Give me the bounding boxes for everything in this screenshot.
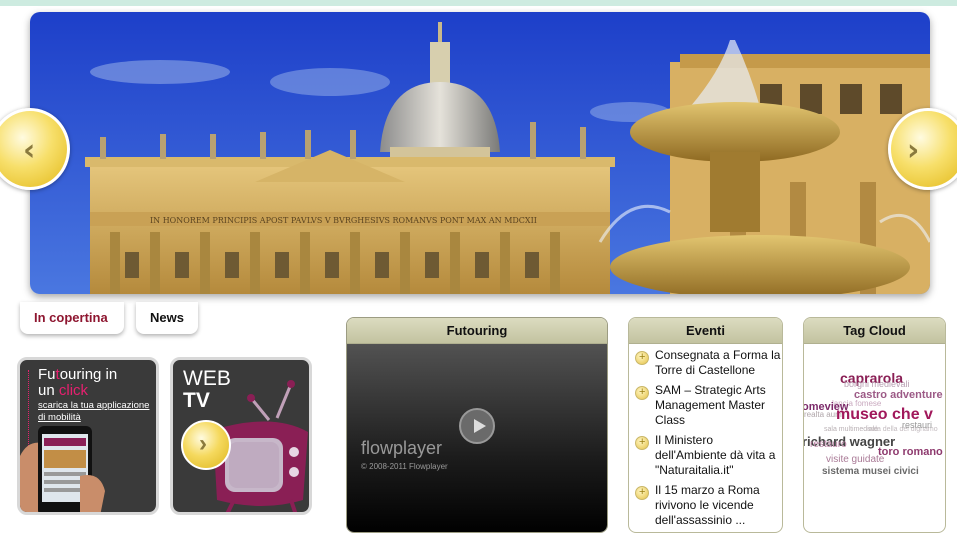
play-icon[interactable] — [459, 408, 495, 444]
app-promo-banner[interactable]: Futouring in un click scarica la tua app… — [17, 357, 159, 515]
tag-link[interactable]: visite guidate — [826, 454, 884, 465]
tag-link[interactable]: restauri — [902, 420, 932, 430]
events-panel-title: Eventi — [629, 318, 782, 344]
tab-news[interactable]: News — [136, 302, 198, 334]
list-item[interactable]: Il 15 marzo a Roma rivivono le vicende d… — [631, 483, 782, 528]
flowplayer-logo: flowplayer — [361, 438, 443, 458]
tab-in-copertina[interactable]: In copertina — [20, 302, 124, 334]
bullet-icon — [635, 435, 649, 450]
chevron-right-icon: › — [199, 430, 207, 457]
web-tv-promo-banner[interactable]: WEB TV › — [170, 357, 312, 515]
flowplayer-copyright: © 2008-2011 Flowplayer — [361, 462, 448, 471]
tag-cloud: caprarola borghi medievali castro advent… — [804, 344, 945, 532]
video-player[interactable]: flowplayer © 2008-2011 Flowplayer — [347, 344, 607, 532]
promo-app-title-line2: un click — [38, 382, 89, 399]
bullet-icon — [635, 485, 649, 500]
chevron-left-icon: ‹ — [23, 133, 36, 168]
web-tv-play-button[interactable]: › — [181, 420, 231, 470]
facade-inscription: IN HONOREM PRINCIPIS APOST PAVLVS V BVRG… — [150, 216, 537, 225]
tag-link[interactable]: borghi medievali — [844, 379, 910, 389]
list-item[interactable]: Consegnata a Forma la Torre di Castellon… — [631, 348, 782, 378]
hero-image: IN HONOREM PRINCIPIS APOST PAVLVS V BVRG… — [30, 12, 930, 294]
hero-slider[interactable]: IN HONOREM PRINCIPIS APOST PAVLVS V BVRG… — [30, 12, 930, 294]
tag-link[interactable]: toro romano — [878, 446, 943, 458]
tag-link[interactable]: restauro — [810, 439, 847, 450]
video-panel-title: Futouring — [347, 318, 607, 344]
list-item[interactable]: Il Ministero dell'Ambiente dà vita a "Na… — [631, 433, 782, 478]
tag-cloud-title: Tag Cloud — [804, 318, 945, 344]
events-panel: Eventi Consegnata a Forma la Torre di Ca… — [628, 317, 783, 533]
bullet-icon — [635, 350, 649, 365]
tag-link[interactable]: sistema musei civici — [822, 466, 919, 477]
promo-app-title-line1: Futouring in — [38, 366, 118, 383]
bullet-icon — [635, 385, 649, 400]
list-item[interactable]: SAM – Strategic Arts Management Master C… — [631, 383, 782, 428]
phone-in-hand-image — [20, 426, 105, 512]
page: IN HONOREM PRINCIPIS APOST PAVLVS V BVRG… — [0, 0, 957, 534]
events-list: Consegnata a Forma la Torre di Castellon… — [629, 344, 782, 528]
video-panel: Futouring flowplayer © 2008-2011 Flowpla… — [346, 317, 608, 533]
chevron-right-icon: › — [907, 133, 920, 168]
tag-cloud-panel: Tag Cloud caprarola borghi medievali cas… — [803, 317, 946, 533]
